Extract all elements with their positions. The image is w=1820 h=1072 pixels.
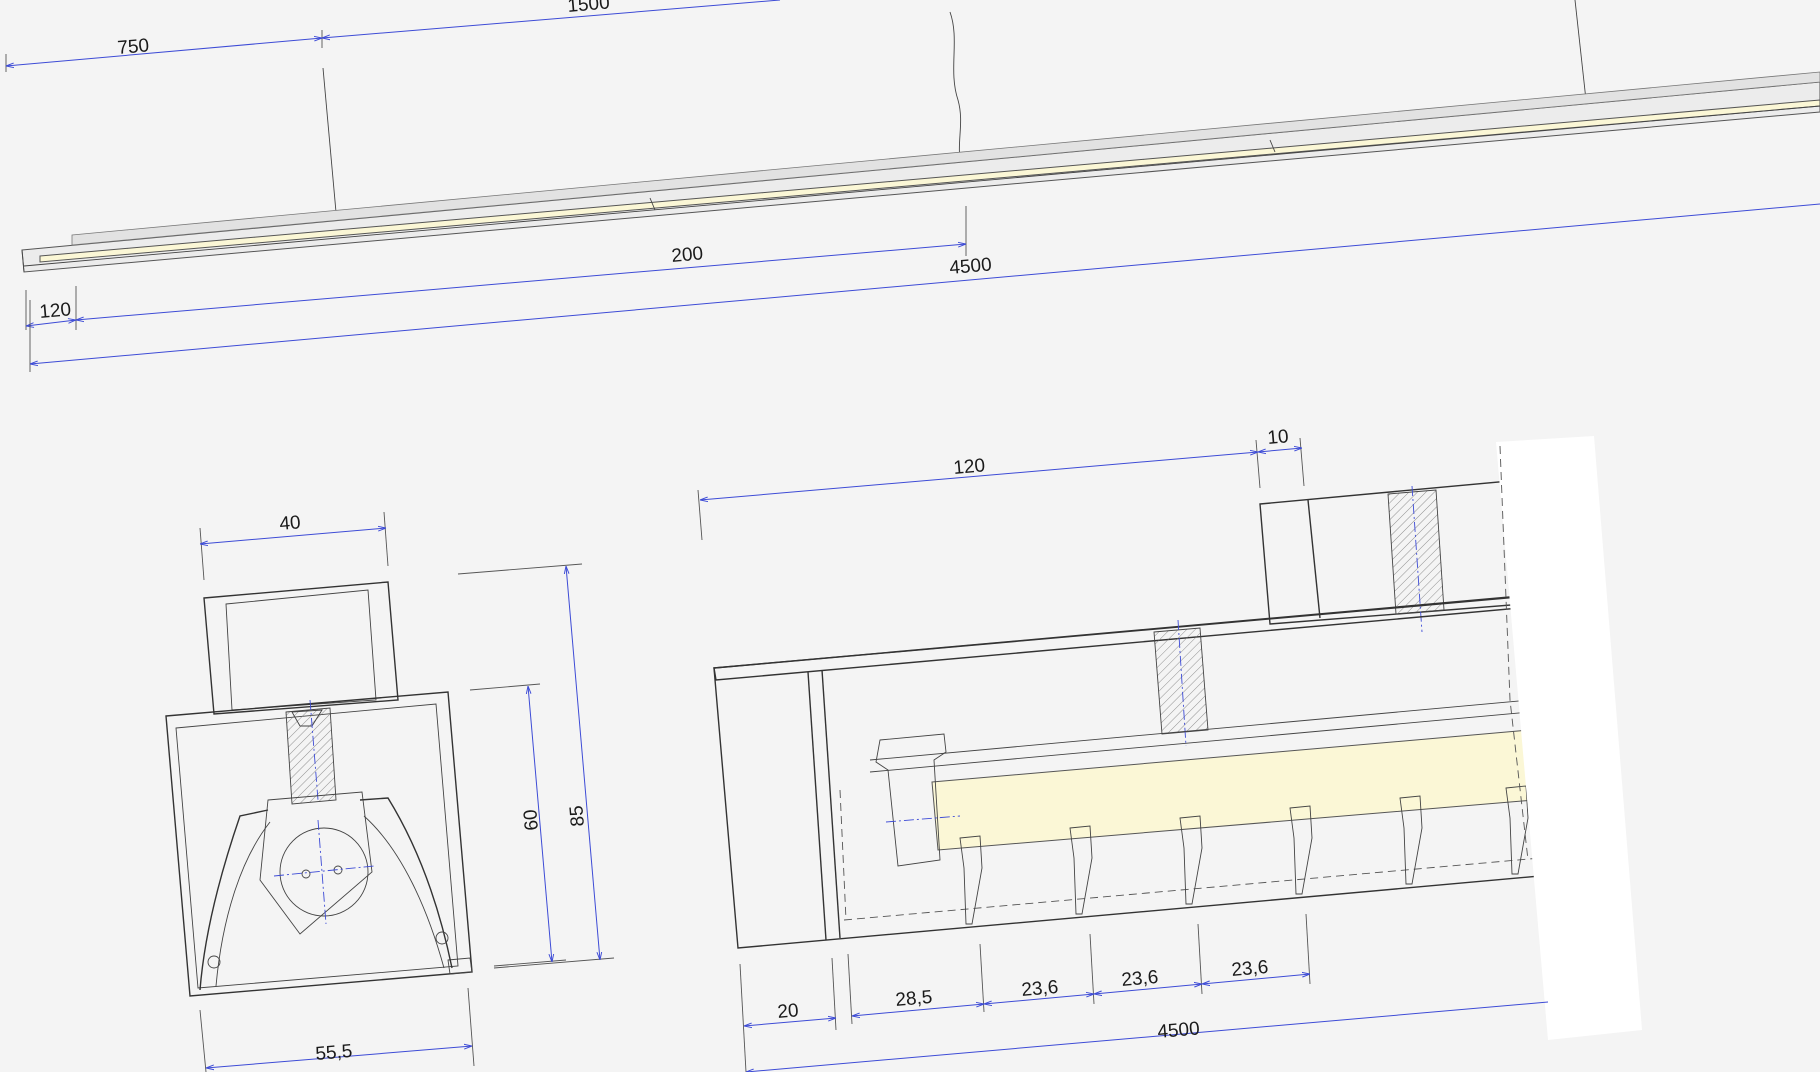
mounting-block-inner <box>225 589 377 711</box>
luminaire-housing <box>21 81 1820 273</box>
cross-section-view: 40 60 85 55,5 <box>165 511 615 1072</box>
led-bar-side <box>931 729 1535 851</box>
reflector-left-inner <box>215 821 271 987</box>
dim-label-750: 750 <box>117 35 150 59</box>
dim-label-10: 10 <box>1267 426 1290 449</box>
lens-spike-2 <box>1069 825 1093 915</box>
dim-label-55-5: 55,5 <box>315 1041 354 1065</box>
clip-right <box>435 931 449 945</box>
dim-label-20: 20 <box>777 1000 800 1023</box>
lamp-centerline-v <box>317 819 327 925</box>
dim-line-1500 <box>322 0 781 38</box>
dim-label-23-6-a: 23,6 <box>1021 977 1060 1001</box>
diffuser-dashed-end <box>839 789 847 921</box>
diffuser-dashed-line <box>843 857 1541 921</box>
lamp-centerline-h <box>273 865 375 877</box>
technical-drawing: 750 1500 200 120 4500 40 60 85 55,5 120 … <box>5 0 1820 1072</box>
dim-label-28-5: 28,5 <box>895 987 934 1011</box>
led-strip-top-view <box>39 99 1820 263</box>
dim-line-750 <box>6 38 322 66</box>
reflector-left-wing <box>199 809 269 991</box>
side-detail-view: 120 10 20 28,5 23,6 23,6 23,6 4500 <box>697 426 1642 1072</box>
suspension-wire-left <box>322 67 337 213</box>
dim-label-60: 60 <box>520 809 543 832</box>
dim-label-120-side: 120 <box>953 455 986 479</box>
dim-line-4500-side <box>746 1001 1549 1072</box>
dim-label-4500-side: 4500 <box>1157 1018 1201 1043</box>
side-housing-end-wall <box>807 671 827 941</box>
housing-inner-line <box>23 105 1820 267</box>
dim-label-120-top: 120 <box>39 299 72 323</box>
dim-label-85: 85 <box>566 805 589 828</box>
side-housing-end-wall-inner <box>821 669 841 939</box>
screw-bolt-section <box>285 707 337 805</box>
dim-line-85 <box>566 566 600 960</box>
dim-line-10 <box>1258 448 1302 452</box>
mounting-rail <box>71 71 1820 246</box>
dim-label-200: 200 <box>671 243 704 267</box>
clip-left <box>207 955 221 969</box>
lamp-socket-circle <box>279 827 369 917</box>
suspension-wire-middle <box>949 11 963 169</box>
luminaire-profile <box>21 71 1820 273</box>
suspension-wire-right <box>1574 0 1587 101</box>
dim-label-23-6-b: 23,6 <box>1121 967 1160 991</box>
lens-spike-1 <box>959 835 983 925</box>
inner-bracket-bolt <box>1153 627 1209 735</box>
upper-bracket-divider <box>1307 499 1321 619</box>
dim-label-23-6-c: 23,6 <box>1231 957 1270 981</box>
upper-bracket-bolt <box>1387 489 1445 615</box>
dim-label-4500-top: 4500 <box>949 254 993 279</box>
socket-pin-left <box>301 869 311 879</box>
lamp-bracket <box>259 791 373 935</box>
dim-label-40: 40 <box>279 512 302 535</box>
top-view: 750 1500 200 120 4500 <box>5 0 1820 372</box>
